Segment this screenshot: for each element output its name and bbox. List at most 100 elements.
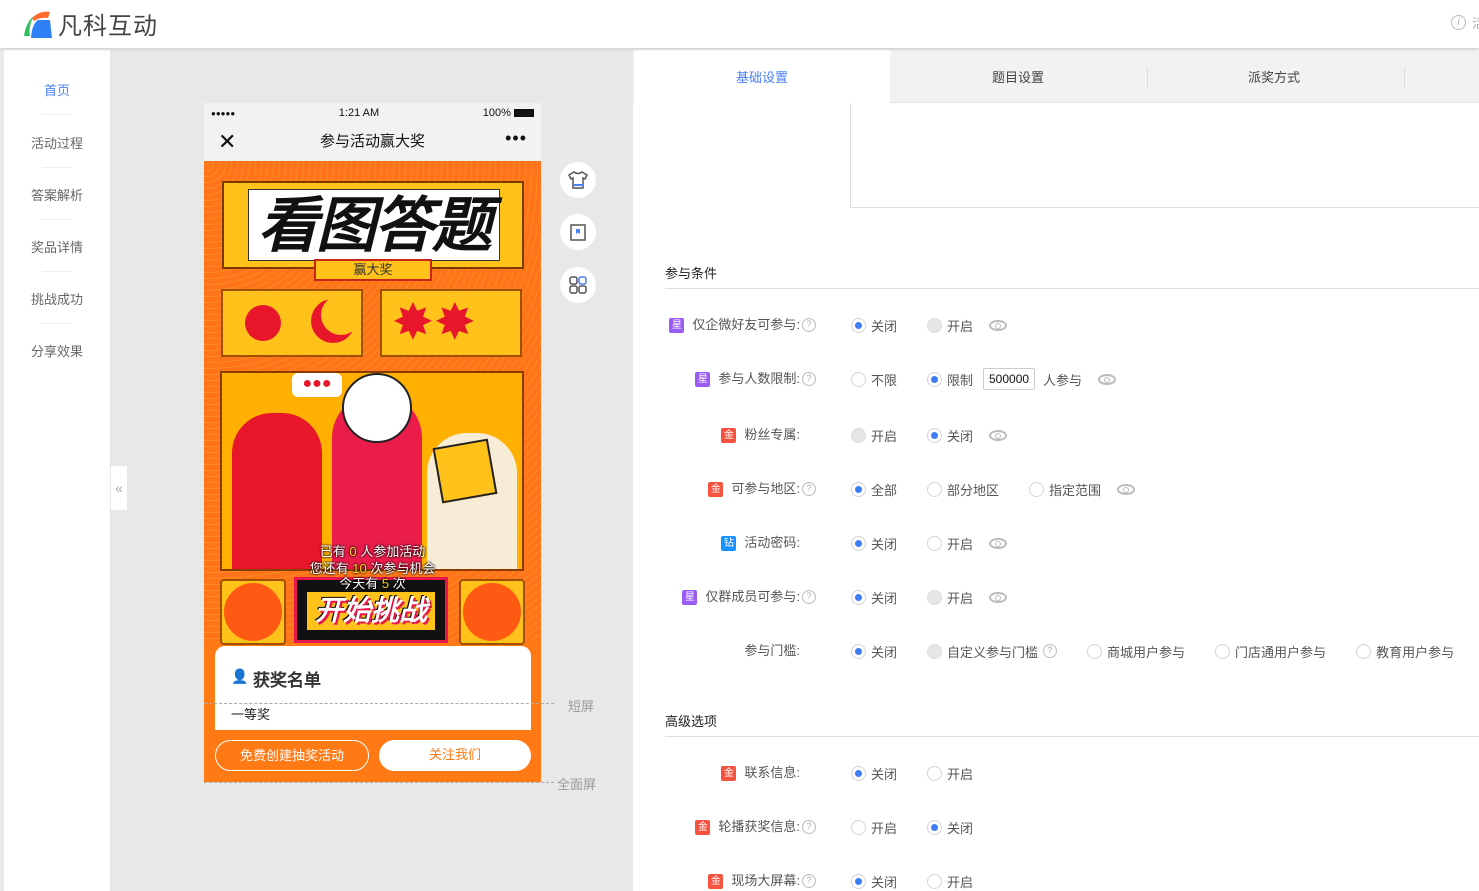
radio-option[interactable]: 指定范围 — [1029, 480, 1101, 499]
setting-row: 金轮播获奖信息:? 开启 关闭 — [633, 817, 1479, 837]
sidebar-item-4[interactable]: 挑战成功 — [4, 289, 110, 308]
radio-option[interactable]: 关闭 — [851, 534, 897, 553]
radio-option[interactable]: 关闭 — [927, 818, 973, 837]
more-icon[interactable]: ••• — [505, 119, 527, 157]
follow-us-button[interactable]: 关注我们 — [379, 740, 531, 771]
help-icon[interactable]: ? — [802, 820, 816, 834]
radio-unchecked[interactable] — [927, 589, 943, 605]
brand-logo[interactable]: 凡科互动 — [22, 6, 158, 41]
eye-icon[interactable] — [989, 537, 1008, 549]
radio-label: 开启 — [947, 874, 974, 890]
limit-input[interactable] — [983, 368, 1036, 390]
setting-label-text: 活动密码: — [744, 535, 800, 550]
radio-option[interactable]: 限制 — [927, 370, 973, 389]
sidebar-item-5[interactable]: 分享效果 — [4, 341, 110, 360]
eye-icon[interactable] — [1098, 373, 1117, 385]
radio-label: 商城用户参与 — [1107, 644, 1186, 660]
radio-option[interactable]: 关闭 — [851, 588, 897, 607]
radio-option[interactable]: 教育用户参与 — [1356, 642, 1454, 661]
radio-checked[interactable] — [851, 643, 866, 659]
radio-unchecked[interactable] — [927, 481, 943, 497]
radio-option[interactable]: 关闭 — [851, 872, 897, 891]
radio-option[interactable]: 开启 — [851, 426, 897, 445]
theme-button[interactable] — [560, 162, 596, 198]
setting-label: 星仅群成员可参与: — [682, 587, 800, 607]
radio-label: 关闭 — [871, 766, 898, 782]
collapse-sidebar-button[interactable]: « — [111, 466, 127, 510]
radio-option[interactable]: 部分地区 — [927, 480, 999, 499]
radio-label: 关闭 — [871, 318, 898, 334]
phone-status-bar: ●●●●● 1:21 AM 100% — [204, 103, 541, 123]
radio-unchecked[interactable] — [851, 819, 866, 835]
radio-unchecked[interactable] — [927, 317, 943, 333]
sidebar-item-3[interactable]: 奖品详情 — [4, 237, 110, 256]
tab-0[interactable]: 基础设置 — [634, 50, 890, 104]
radio-checked[interactable] — [851, 535, 866, 551]
close-icon[interactable]: ✕ — [218, 123, 236, 161]
radio-option[interactable]: 开启 — [927, 534, 973, 553]
eye-icon[interactable] — [989, 429, 1008, 441]
sidebar-item-1[interactable]: 活动过程 — [4, 133, 110, 152]
radio-unchecked[interactable] — [1356, 643, 1372, 659]
radio-option[interactable]: 商城用户参与 — [1087, 642, 1185, 661]
phone-nav-bar: ✕ 参与活动赢大奖 ••• — [204, 123, 541, 161]
help-icon[interactable]: ? — [802, 482, 816, 496]
description-textarea[interactable] — [850, 103, 1479, 208]
radio-checked[interactable] — [927, 371, 943, 387]
radio-option[interactable]: 门店通用户参与 — [1215, 642, 1326, 661]
radio-unchecked[interactable] — [927, 765, 943, 781]
radio-unchecked[interactable] — [1215, 643, 1231, 659]
help-icon[interactable]: ? — [802, 318, 816, 332]
radio-checked[interactable] — [851, 873, 866, 889]
help-icon[interactable]: ? — [1043, 644, 1058, 658]
radio-unchecked[interactable] — [1087, 643, 1103, 659]
radio-option[interactable]: 开启 — [927, 872, 973, 891]
radio-option[interactable]: 开启 — [927, 588, 973, 607]
radio-unchecked[interactable] — [927, 643, 943, 659]
radio-option[interactable]: 关闭 — [851, 316, 897, 335]
header-info[interactable]: i活 — [1450, 13, 1479, 32]
setting-label: 参与门槛: — [744, 641, 800, 661]
radio-option[interactable]: 开启 — [927, 764, 973, 783]
help-icon[interactable]: ? — [802, 590, 816, 604]
radio-checked[interactable] — [851, 589, 866, 605]
eye-icon[interactable] — [989, 319, 1008, 331]
radio-option[interactable]: 开启 — [851, 818, 897, 837]
components-button[interactable] — [560, 267, 596, 303]
radio-checked[interactable] — [851, 317, 866, 333]
radio-checked[interactable] — [851, 481, 866, 497]
radio-option[interactable]: 自定义参与门槛? — [927, 642, 1058, 661]
eye-icon[interactable] — [989, 591, 1008, 603]
create-lottery-button[interactable]: 免费创建抽奖活动 — [215, 740, 369, 771]
prize-tier: 一等奖 — [231, 707, 271, 722]
tab-2[interactable]: 派奖方式 — [1146, 50, 1402, 103]
radio-checked[interactable] — [927, 819, 943, 835]
radio-unchecked[interactable] — [927, 535, 943, 551]
tab-1[interactable]: 题目设置 — [890, 50, 1146, 103]
radio-unchecked[interactable] — [927, 873, 943, 889]
setting-label: 金轮播获奖信息: — [695, 817, 800, 837]
radio-unchecked[interactable] — [851, 427, 866, 443]
star-tier-badge: 星 — [695, 371, 711, 387]
bookmark-button[interactable] — [560, 214, 596, 250]
gold-tier-badge: 金 — [708, 481, 724, 497]
radio-unchecked[interactable] — [851, 371, 866, 387]
tab-separator — [1404, 67, 1405, 89]
sidebar-item-0[interactable]: 首页 — [4, 80, 110, 99]
radio-checked[interactable] — [927, 427, 943, 443]
radio-option[interactable]: 关闭 — [851, 764, 897, 783]
eye-icon[interactable] — [1117, 483, 1136, 495]
sidebar-item-2[interactable]: 答案解析 — [4, 185, 110, 204]
radio-group: 关闭 开启 — [851, 587, 1008, 607]
radio-option[interactable]: 开启 — [927, 316, 973, 335]
help-icon[interactable]: ? — [802, 372, 816, 386]
radio-option[interactable]: 全部 — [851, 480, 897, 499]
radio-option[interactable]: 不限 — [851, 370, 897, 389]
setting-label: 钻活动密码: — [721, 533, 800, 553]
radio-checked[interactable] — [851, 765, 866, 781]
radio-unchecked[interactable] — [1029, 481, 1045, 497]
help-icon[interactable]: ? — [802, 874, 816, 888]
divider — [42, 167, 72, 168]
radio-option[interactable]: 关闭 — [927, 426, 973, 445]
radio-option[interactable]: 关闭 — [851, 642, 897, 661]
